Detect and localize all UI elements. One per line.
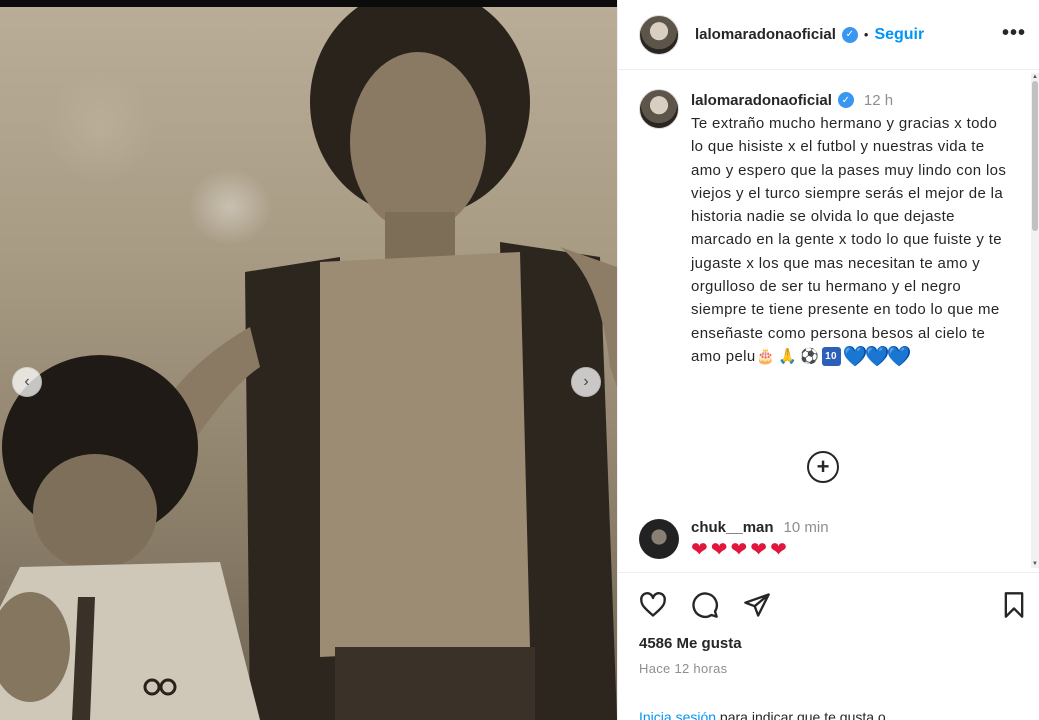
caption-content: lalomaradonaoficial ✓ 12 h Te extraño mu… [691, 89, 1009, 368]
plus-icon: + [816, 454, 830, 479]
follow-button[interactable]: Seguir [874, 26, 924, 44]
next-photo-button[interactable]: › [571, 367, 601, 397]
commenter-username[interactable]: chuk__man [691, 519, 774, 536]
red-heart-emoji-icon: ❤ [730, 539, 748, 561]
comment-header: chuk__man 10 min [691, 519, 829, 536]
comment-bubble-icon[interactable] [691, 591, 719, 619]
caption-emojis: 🎂 🙏 ⚽ 10 💙 💙 💙 [756, 346, 912, 368]
caption: lalomaradonaoficial ✓ 12 h Te extraño mu… [639, 89, 1009, 368]
comment-item: chuk__man 10 min ❤ ❤ ❤ ❤ ❤ [639, 519, 1019, 560]
caption-header: lalomaradonaoficial ✓ 12 h [691, 89, 1009, 111]
verified-badge-icon: ✓ [837, 92, 854, 108]
author-avatar[interactable] [639, 14, 679, 55]
login-prompt-text: para indicar que te gusta o [716, 709, 886, 720]
caption-username[interactable]: lalomaradonaoficial [691, 92, 832, 109]
blue-heart-emoji-icon: 💙 [842, 346, 868, 368]
login-link[interactable]: Inicia sesión [639, 709, 716, 720]
cake-emoji-icon: 🎂 [756, 348, 776, 365]
like-heart-icon[interactable] [639, 591, 667, 619]
like-count[interactable]: 4586 Me gusta [639, 635, 742, 652]
blue-heart-emoji-icon: 💙 [886, 346, 912, 368]
comments-area: lalomaradonaoficial ✓ 12 h Te extraño mu… [618, 71, 1039, 571]
photo-illustration [0, 7, 617, 720]
post-timestamp[interactable]: Hace 12 horas [639, 661, 727, 676]
number-ten-emoji-icon: 10 [821, 347, 841, 366]
post-media: ‹ › [0, 0, 617, 720]
author-username[interactable]: lalomaradonaoficial [695, 26, 836, 43]
login-prompt: Inicia sesión para indicar que te gusta … [639, 709, 1039, 720]
red-heart-emoji-icon: ❤ [691, 539, 708, 561]
post-photo [0, 7, 617, 720]
caption-body: Te extraño mucho hermano y gracias x tod… [691, 115, 1007, 365]
comment-time[interactable]: 10 min [784, 519, 829, 536]
scroll-up-arrow-icon[interactable]: ▲ [1031, 73, 1039, 81]
verified-badge-icon: ✓ [841, 26, 858, 43]
caption-text: Te extraño mucho hermano y gracias x tod… [691, 112, 1009, 368]
caption-time[interactable]: 12 h [864, 92, 893, 109]
comment-text: ❤ ❤ ❤ ❤ ❤ [691, 540, 829, 560]
separator-dot: • [863, 27, 869, 42]
red-heart-emoji-icon: ❤ [750, 539, 768, 561]
post-actions: 4586 Me gusta Hace 12 horas Inicia sesió… [618, 572, 1039, 720]
red-heart-emoji-icon: ❤ [770, 539, 787, 561]
caption-avatar[interactable] [639, 89, 679, 129]
previous-photo-button[interactable]: ‹ [12, 367, 42, 397]
post-info-pane: lalomaradonaoficial ✓ • Seguir ••• lalom… [617, 0, 1039, 720]
scroll-down-arrow-icon[interactable]: ▼ [1031, 560, 1039, 568]
chevron-left-icon: ‹ [24, 373, 30, 390]
post-header: lalomaradonaoficial ✓ • Seguir ••• [618, 0, 1039, 70]
share-paper-plane-icon[interactable] [743, 591, 771, 619]
scroll-thumb[interactable] [1032, 81, 1038, 231]
more-options-icon[interactable]: ••• [1002, 22, 1026, 45]
chevron-right-icon: › [583, 373, 589, 390]
comment-content: chuk__man 10 min ❤ ❤ ❤ ❤ ❤ [691, 519, 829, 560]
save-bookmark-icon[interactable] [1000, 591, 1028, 619]
commenter-avatar[interactable] [639, 519, 679, 559]
red-heart-emoji-icon: ❤ [710, 539, 728, 561]
media-top-strip [0, 0, 617, 7]
load-more-comments-button[interactable]: + [807, 451, 839, 483]
soccer-ball-emoji-icon: ⚽ [800, 348, 820, 365]
blue-heart-emoji-icon: 💙 [864, 346, 890, 368]
praying-emoji-icon: 🙏 [778, 348, 798, 365]
comments-scrollbar[interactable]: ▲ ▼ [1031, 73, 1039, 568]
